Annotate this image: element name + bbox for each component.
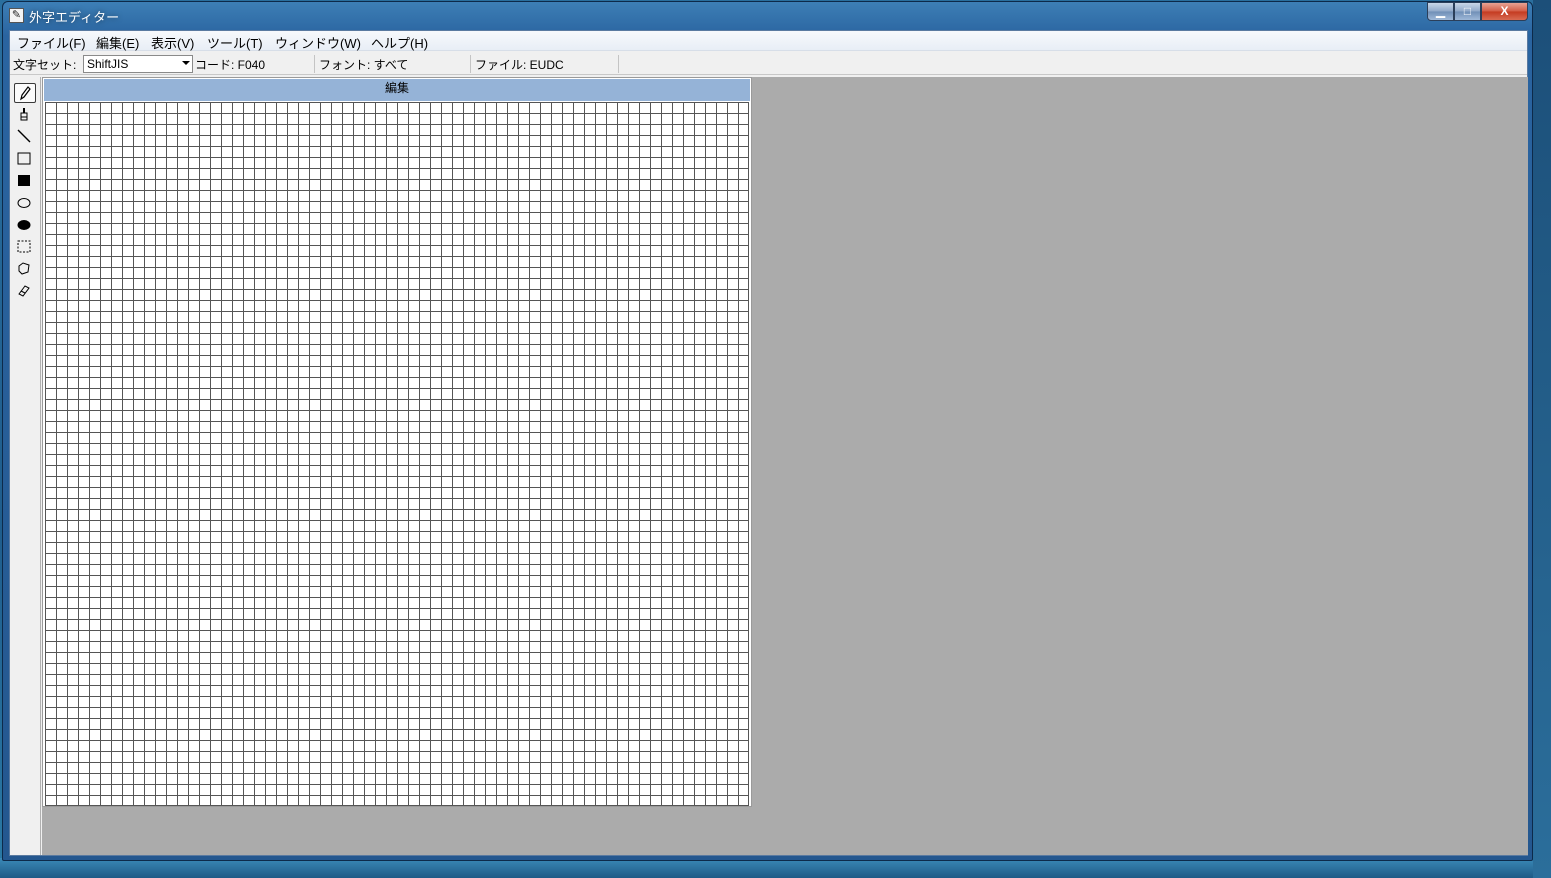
pencil-icon xyxy=(20,86,31,101)
rectangular-selection-tool[interactable] xyxy=(14,237,36,257)
line-icon xyxy=(17,129,31,143)
mdi-workspace: 編集 xyxy=(42,77,1528,855)
line-tool[interactable] xyxy=(14,127,36,147)
charset-dropdown[interactable]: ShiftJIS xyxy=(83,55,193,73)
edit-grid-window: 編集 xyxy=(42,77,752,807)
eraser-icon xyxy=(18,285,30,297)
app-pen-icon[interactable]: ✎ xyxy=(9,8,24,23)
maximize-button[interactable]: □ xyxy=(1454,2,1481,21)
rectangle-filled-icon xyxy=(18,175,30,186)
desktop-taskbar-strip xyxy=(0,858,1551,878)
app-window: ✎ 外字エディター ▁ □ X ファイル(F) 編集(E) 表示(V) ツール(… xyxy=(2,1,1533,861)
title-bar[interactable]: ✎ 外字エディター ▁ □ X xyxy=(3,2,1532,30)
menu-file[interactable]: ファイル(F) xyxy=(14,33,89,52)
charset-toolbar: 文字セット: ShiftJIS コード: F040 フォント: すべて ファイル… xyxy=(10,53,1527,75)
freeform-selection-tool[interactable] xyxy=(14,259,36,279)
freeform-select-icon xyxy=(18,262,30,275)
rectangle-outline-icon xyxy=(17,152,31,165)
menu-tools[interactable]: ツール(T) xyxy=(204,33,266,52)
menu-window[interactable]: ウィンドウ(W) xyxy=(272,33,364,52)
hollow-ellipse-tool[interactable] xyxy=(14,193,36,213)
filled-ellipse-tool[interactable] xyxy=(14,215,36,235)
file-field: ファイル: EUDC xyxy=(475,58,564,72)
charset-value: ShiftJIS xyxy=(87,57,129,71)
menu-bar: ファイル(F) 編集(E) 表示(V) ツール(T) ウィンドウ(W) ヘルプ(… xyxy=(10,31,1527,51)
menu-view[interactable]: 表示(V) xyxy=(148,33,197,52)
close-button[interactable]: X xyxy=(1481,2,1528,21)
hollow-rectangle-tool[interactable] xyxy=(14,149,36,169)
divider xyxy=(314,55,315,73)
window-controls: ▁ □ X xyxy=(1427,2,1528,21)
rect-select-icon xyxy=(17,240,31,253)
brush-tool[interactable] xyxy=(14,105,36,125)
font-field: フォント: すべて xyxy=(319,58,409,72)
filled-rectangle-tool[interactable] xyxy=(14,171,36,191)
glyph-edit-grid[interactable] xyxy=(45,102,749,806)
desktop-background xyxy=(1533,0,1551,878)
minimize-button[interactable]: ▁ xyxy=(1427,2,1454,21)
pencil-tool[interactable] xyxy=(14,83,36,103)
eraser-tool[interactable] xyxy=(14,281,36,301)
tool-palette xyxy=(10,77,41,855)
divider xyxy=(618,55,619,73)
divider xyxy=(470,55,471,73)
brush-icon xyxy=(20,108,28,121)
chevron-down-icon[interactable] xyxy=(182,61,190,65)
edit-window-title[interactable]: 編集 xyxy=(44,79,750,101)
menu-help[interactable]: ヘルプ(H) xyxy=(368,33,431,52)
ellipse-filled-icon xyxy=(17,220,31,230)
menu-edit[interactable]: 編集(E) xyxy=(93,33,142,52)
window-title: 外字エディター xyxy=(29,10,120,25)
code-field: コード: F040 xyxy=(195,58,266,72)
client-area: ファイル(F) 編集(E) 表示(V) ツール(T) ウィンドウ(W) ヘルプ(… xyxy=(9,30,1528,856)
charset-label: 文字セット: xyxy=(13,58,77,72)
ellipse-outline-icon xyxy=(17,198,31,208)
